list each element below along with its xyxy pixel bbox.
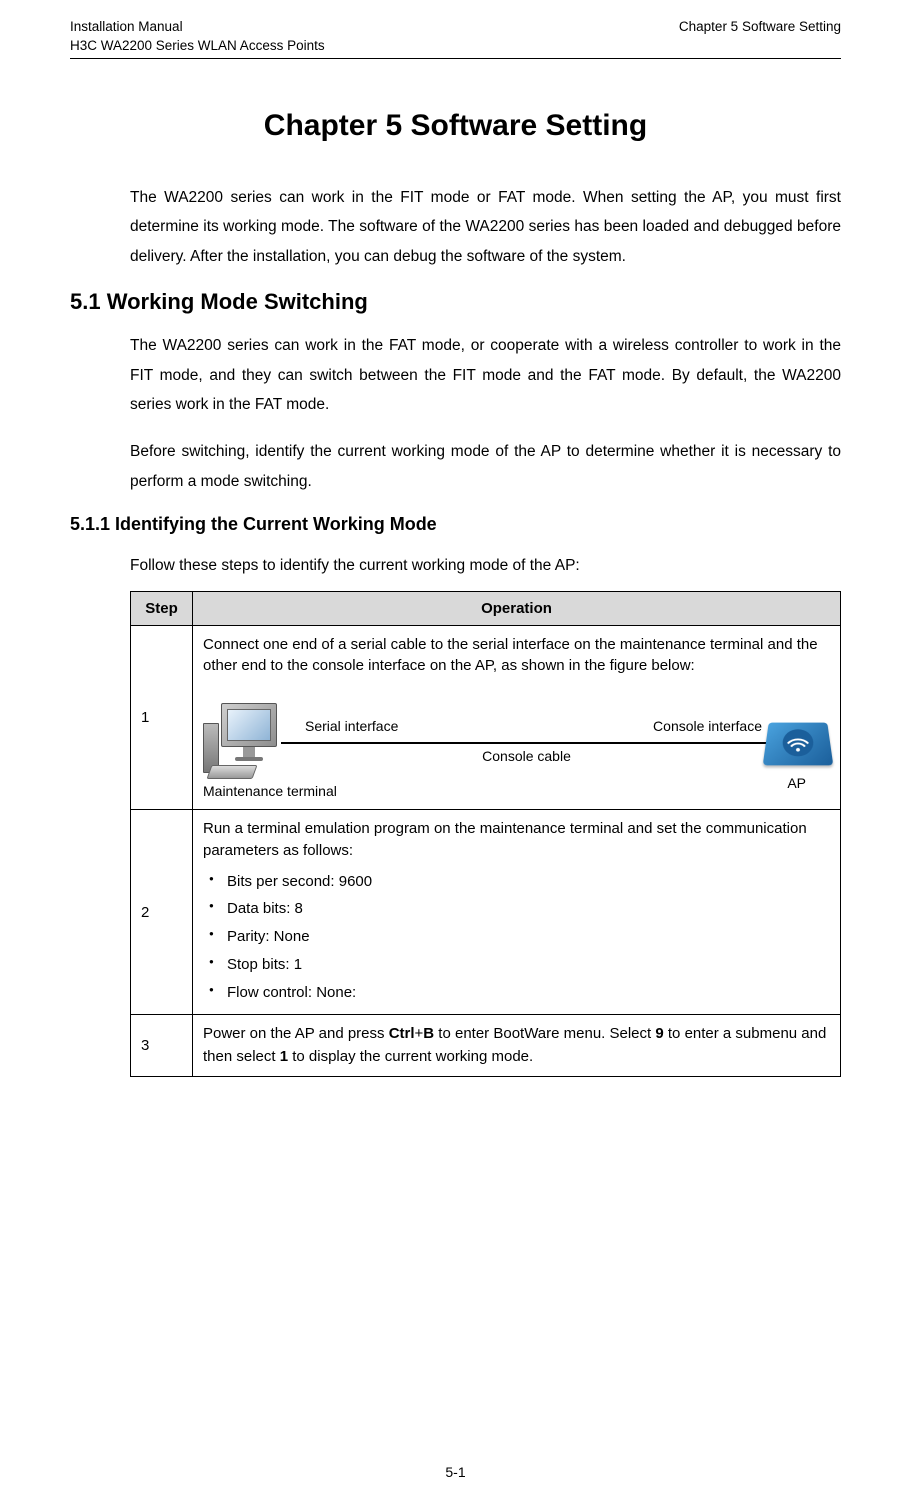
- ctrl-key: Ctrl: [389, 1025, 415, 1042]
- monitor-icon: [221, 703, 277, 747]
- step-2-operation: Run a terminal emulation program on the …: [193, 810, 841, 1015]
- chapter-title: Chapter 5 Software Setting: [70, 109, 841, 143]
- list-item: Bits per second: 9600: [209, 868, 830, 896]
- section-5-1-p1: The WA2200 series can work in the FAT mo…: [130, 331, 841, 419]
- col-step: Step: [131, 591, 193, 625]
- maintenance-terminal-label: Maintenance terminal: [203, 783, 337, 799]
- list-item: Flow control: None:: [209, 979, 830, 1007]
- header-left-line1: Installation Manual: [70, 18, 325, 37]
- table-row: 3 Power on the AP and press Ctrl+B to en…: [131, 1015, 841, 1077]
- page-number: 5-1: [445, 1464, 465, 1480]
- step-2-intro: Run a terminal emulation program on the …: [203, 818, 830, 862]
- section-5-1-1-heading: 5.1.1 Identifying the Current Working Mo…: [70, 514, 841, 535]
- cable-section: Serial interface Console interface Conso…: [287, 712, 766, 772]
- step-3-operation: Power on the AP and press Ctrl+B to ente…: [193, 1015, 841, 1077]
- page-footer: 5-1: [0, 1464, 911, 1480]
- step-3-text-p2: to enter BootWare menu. Select: [434, 1025, 655, 1042]
- monitor-screen: [227, 709, 271, 741]
- step-3-text-p1: Power on the AP and press: [203, 1025, 389, 1042]
- connection-diagram: Serial interface Console interface Conso…: [203, 687, 830, 797]
- b-key: B: [423, 1025, 434, 1042]
- ap-device-icon: [763, 723, 834, 766]
- col-operation: Operation: [193, 591, 841, 625]
- page-header: Installation Manual H3C WA2200 Series WL…: [70, 18, 841, 56]
- console-cable-label: Console cable: [482, 748, 571, 764]
- step-number: 3: [131, 1015, 193, 1077]
- section-5-1-heading: 5.1 Working Mode Switching: [70, 289, 841, 315]
- header-right: Chapter 5 Software Setting: [679, 18, 841, 56]
- list-item: Stop bits: 1: [209, 951, 830, 979]
- header-divider: [70, 58, 841, 59]
- step-3-text-p4: to display the current working mode.: [288, 1048, 533, 1065]
- list-item: Parity: None: [209, 923, 830, 951]
- table-row: 1 Connect one end of a serial cable to t…: [131, 625, 841, 810]
- console-interface-label: Console interface: [653, 718, 762, 734]
- header-left-line2: H3C WA2200 Series WLAN Access Points: [70, 37, 325, 56]
- ap-label: AP: [787, 775, 806, 791]
- page: Installation Manual H3C WA2200 Series WL…: [0, 0, 911, 1510]
- wifi-signal-icon: [779, 727, 818, 759]
- section-5-1-p2: Before switching, identify the current w…: [130, 437, 841, 496]
- serial-interface-label: Serial interface: [305, 718, 398, 734]
- step-number: 2: [131, 810, 193, 1015]
- steps-table: Step Operation 1 Connect one end of a se…: [130, 591, 841, 1078]
- table-row: 2 Run a terminal emulation program on th…: [131, 810, 841, 1015]
- parameters-list: Bits per second: 9600 Data bits: 8 Parit…: [203, 868, 830, 1007]
- maintenance-terminal-icon: [203, 703, 287, 781]
- one-key: 1: [280, 1048, 288, 1065]
- plus-sign: +: [415, 1025, 424, 1042]
- intro-paragraph: The WA2200 series can work in the FIT mo…: [130, 183, 841, 271]
- table-header-row: Step Operation: [131, 591, 841, 625]
- header-left: Installation Manual H3C WA2200 Series WL…: [70, 18, 325, 56]
- monitor-stand: [243, 747, 255, 757]
- step-1-operation: Connect one end of a serial cable to the…: [193, 625, 841, 810]
- list-item: Data bits: 8: [209, 895, 830, 923]
- keyboard-icon: [206, 765, 257, 779]
- section-5-1-1-intro: Follow these steps to identify the curre…: [130, 551, 841, 580]
- header-right-line2: Chapter 5 Software Setting: [679, 18, 841, 37]
- monitor-base: [235, 757, 263, 761]
- nine-key: 9: [655, 1025, 663, 1042]
- console-cable-line: [281, 742, 772, 744]
- step-1-intro: Connect one end of a serial cable to the…: [203, 634, 830, 678]
- step-number: 1: [131, 625, 193, 810]
